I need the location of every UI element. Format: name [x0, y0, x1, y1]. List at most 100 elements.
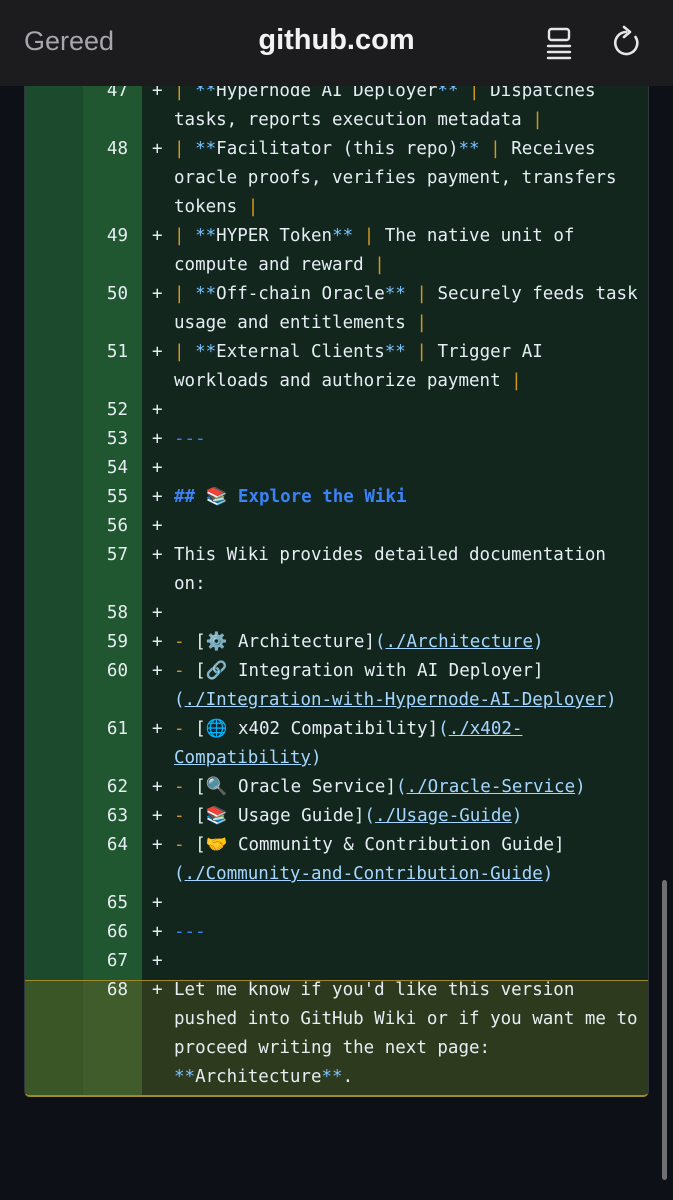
code-token: ** [195, 86, 217, 101]
line-number[interactable]: 63 [83, 802, 128, 831]
code-token: ) [310, 748, 322, 768]
reader-icon[interactable] [542, 25, 578, 61]
code-token: 🤝 Community & Contribution Guide [205, 835, 555, 855]
code-token: 🌐 x402 Compatibility [205, 719, 428, 739]
line-code: --- [174, 425, 644, 454]
code-token: External Clients [216, 342, 385, 362]
line-code: Let me know if you'd like this version p… [174, 976, 644, 1092]
code-token: ( [374, 632, 386, 652]
line-code: | **External Clients** | Trigger AI work… [174, 338, 644, 396]
line-code: This Wiki provides detailed documentatio… [174, 541, 644, 599]
added-marker: + [152, 980, 163, 1000]
markdown-link[interactable]: ./Community-and-Contribution-Guide [185, 864, 543, 884]
line-number[interactable]: 62 [83, 773, 128, 802]
code-token: ** [195, 226, 217, 246]
code-token: ** [195, 284, 217, 304]
line-number[interactable]: 60 [83, 657, 128, 686]
code-token: [ [195, 632, 206, 652]
code-token: - [174, 806, 196, 826]
code-token: ** [195, 342, 217, 362]
code-token: | [416, 313, 427, 333]
code-token: ] [364, 632, 375, 652]
code-token: Off-chain Oracle [216, 284, 385, 304]
line-number[interactable]: 64 [83, 831, 128, 860]
line-number[interactable]: 59 [83, 628, 128, 657]
markdown-link[interactable]: ./Architecture [385, 632, 533, 652]
code-token: ## 📚 Explore the Wiki [174, 487, 407, 507]
code-token: | [174, 342, 196, 362]
line-number[interactable]: 65 [83, 889, 128, 918]
line-number[interactable]: 54 [83, 454, 128, 483]
added-marker: + [152, 545, 163, 565]
code-token: . [342, 1067, 354, 1087]
line-number[interactable]: 58 [83, 599, 128, 628]
code-token: Hypernode AI Deployer [216, 86, 438, 101]
code-token: - [174, 835, 196, 855]
line-number[interactable]: 52 [83, 396, 128, 425]
added-marker: + [152, 777, 163, 797]
code-token: 🔍 Oracle Service [205, 777, 386, 797]
line-code: | **Off-chain Oracle** | Securely feeds … [174, 280, 644, 338]
code-token: ) [542, 864, 554, 884]
added-marker: + [152, 139, 163, 159]
code-token: [ [195, 777, 206, 797]
line-code: - [🔍 Oracle Service](./Oracle-Service) [174, 773, 644, 802]
line-number[interactable]: 55 [83, 483, 128, 512]
code-token: [ [195, 719, 206, 739]
code-token: ) [533, 632, 544, 652]
markdown-link[interactable]: ./Usage-Guide [375, 806, 512, 826]
code-token: ( [396, 777, 407, 797]
line-code: | **HYPER Token** | The native unit of c… [174, 222, 644, 280]
code-token: | [363, 226, 375, 246]
code-token: Architecture [195, 1067, 322, 1087]
diff-view: 47 + | **Hypernode AI Deployer** | Dispatc… [24, 86, 649, 1097]
line-number[interactable]: 53 [83, 425, 128, 454]
line-code: - [🤝 Community & Contribution Guide] (./C… [174, 831, 644, 889]
code-token: - [174, 777, 196, 797]
added-marker: + [152, 458, 163, 478]
added-marker: + [152, 86, 163, 101]
line-number[interactable]: 48 [83, 135, 128, 164]
line-number[interactable]: 66 [83, 918, 128, 947]
line-number[interactable]: 67 [83, 947, 128, 976]
line-number[interactable]: 68 [83, 976, 128, 1005]
code-token: ( [174, 864, 185, 884]
code-token: ] [353, 806, 365, 826]
line-number[interactable]: 61 [83, 715, 128, 744]
code-token: | [174, 86, 196, 101]
added-marker: + [152, 922, 163, 942]
code-token: ** [332, 226, 354, 246]
code-token: | [174, 284, 196, 304]
code-token: [ [195, 806, 206, 826]
code-token: ] [427, 719, 439, 739]
line-number[interactable]: 56 [83, 512, 128, 541]
line-code: - [🔗 Integration with AI Deployer] (./Int… [174, 657, 644, 715]
line-code: --- [174, 918, 644, 947]
line-number[interactable]: 51 [83, 338, 128, 367]
code-token: - [174, 719, 196, 739]
code-token: | [174, 226, 196, 246]
added-marker: + [152, 806, 163, 826]
added-marker: + [152, 835, 163, 855]
line-number[interactable]: 47 [83, 86, 128, 106]
line-number[interactable]: 50 [83, 280, 128, 309]
markdown-link[interactable]: ./Oracle-Service [407, 777, 576, 797]
code-token: | [511, 371, 522, 391]
reload-icon[interactable] [609, 25, 645, 61]
added-marker: + [152, 487, 163, 507]
line-number[interactable]: 49 [83, 222, 128, 251]
line-code: - [⚙️ Architecture](./Architecture) [174, 628, 644, 657]
line-code: - [📚 Usage Guide](./Usage-Guide) [174, 802, 644, 831]
code-token: --- [174, 922, 206, 942]
markdown-link[interactable]: ./Integration-with-Hypernode-AI-Deployer [185, 690, 606, 710]
line-code: ## 📚 Explore the Wiki [174, 483, 644, 512]
code-token: | [532, 110, 543, 130]
line-number[interactable]: 57 [83, 541, 128, 570]
scrollbar[interactable] [662, 880, 667, 1180]
code-token: ** [321, 1067, 343, 1087]
code-token: | [416, 284, 427, 304]
code-token: ( [364, 806, 375, 826]
added-marker: + [152, 516, 163, 536]
